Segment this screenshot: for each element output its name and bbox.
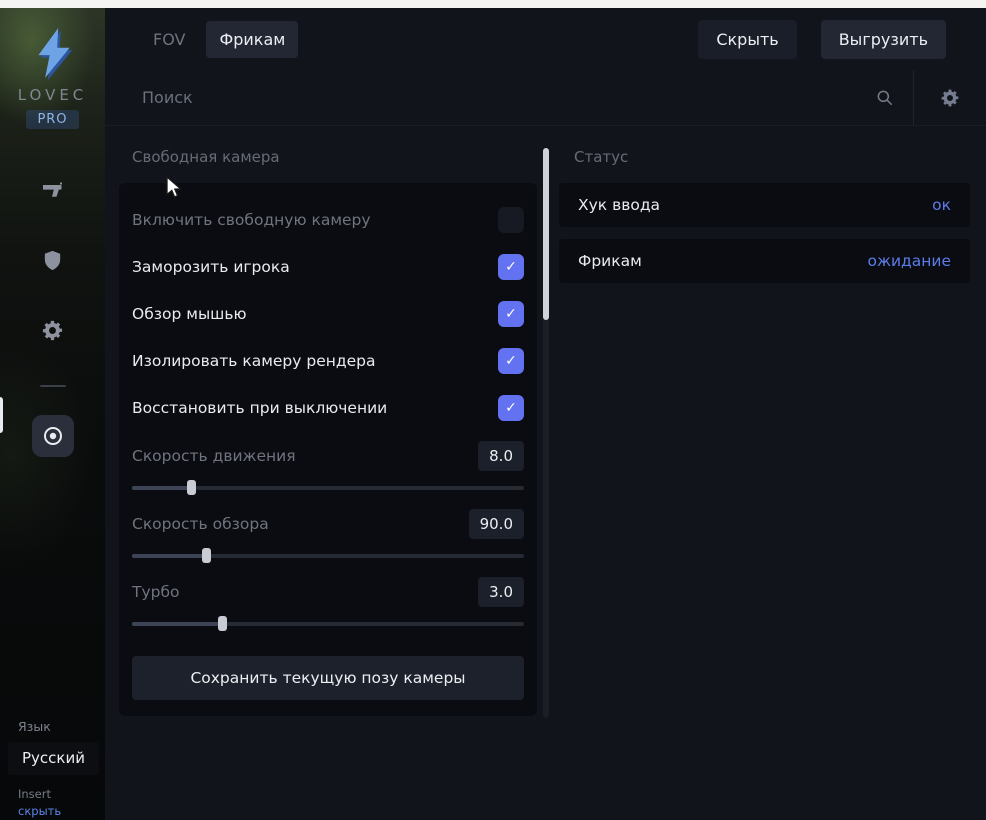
scrollbar-thumb[interactable] [543,148,549,320]
search-bar [105,70,986,126]
status-badge: ожидание [868,252,951,270]
logo-text: LOVEC [18,86,88,104]
movement-speed-slider[interactable] [132,480,524,495]
status-row-freecam: Фрикам ожидание [559,239,970,283]
lightning-logo-icon [27,26,79,80]
toggle-label: Изолировать камеру рендера [132,352,375,370]
active-item-indicator [0,397,3,433]
section-title: Статус [574,148,970,166]
sidebar-item-freecam[interactable] [32,415,74,457]
freecam-panel: Включить свободную камеру Заморозить игр… [119,183,537,716]
slider-label: Скорость обзора [132,515,269,533]
slider-value: 3.0 [478,577,524,607]
checkbox[interactable] [498,301,524,327]
look-speed-setting: Скорость обзора 90.0 [132,504,524,563]
search-input[interactable] [142,88,875,107]
checkbox[interactable] [498,348,524,374]
toggle-freeze-player[interactable]: Заморозить игрока [132,243,524,290]
toggle-enable-freecam[interactable]: Включить свободную камеру [132,196,524,243]
slider-value: 90.0 [469,509,524,539]
hide-button[interactable]: Скрыть [698,20,796,59]
save-camera-pose-button[interactable]: Сохранить текущую позу камеры [132,656,524,700]
shield-icon [41,249,64,272]
slider-value: 8.0 [478,441,524,471]
slider-handle[interactable] [218,616,227,631]
slider-label: Скорость движения [132,447,296,465]
sidebar-item-weapons[interactable] [32,169,74,211]
sidebar-item-settings[interactable] [32,309,74,351]
look-speed-slider[interactable] [132,548,524,563]
turbo-slider[interactable] [132,616,524,631]
slider-label: Турбо [132,583,180,601]
hotkey-label: Insert [18,787,105,801]
status-row-input-hook: Хук ввода ок [559,183,970,227]
section-title: Свободная камера [132,148,537,166]
toggle-mouse-look[interactable]: Обзор мышью [132,290,524,337]
topbar: FOV Фрикам Скрыть Выгрузить [105,8,986,70]
tab-freecam[interactable]: Фрикам [206,21,298,58]
checkbox[interactable] [498,254,524,280]
search-icon[interactable] [875,88,895,108]
freecam-target-icon [41,424,65,448]
gear-icon [41,319,64,342]
slider-handle[interactable] [187,480,196,495]
toggle-label: Включить свободную камеру [132,211,371,229]
language-selector[interactable]: Русский [8,742,99,775]
gun-icon [41,178,65,202]
toggle-label: Восстановить при выключении [132,399,387,417]
toggle-label: Обзор мышью [132,305,247,323]
freecam-section: Свободная камера Включить свободную каме… [119,126,537,819]
gear-icon [940,88,960,108]
movement-speed-setting: Скорость движения 8.0 [132,436,524,495]
checkbox[interactable] [498,207,524,233]
sidebar-item-protection[interactable] [32,239,74,281]
vertical-scrollbar[interactable] [543,148,549,718]
checkbox[interactable] [498,395,524,421]
sidebar: LOVEC PRO [0,8,105,820]
hide-menu-link[interactable]: скрыть [18,804,105,818]
game-top-edge [0,0,986,8]
menu-settings-button[interactable] [913,70,986,125]
toggle-isolate-render-camera[interactable]: Изолировать камеру рендера [132,337,524,384]
language-label: Язык [18,719,105,734]
unload-button[interactable]: Выгрузить [821,20,946,59]
turbo-setting: Турбо 3.0 [132,572,524,631]
status-section: Статус Хук ввода ок Фрикам ожидание [559,126,970,819]
toggle-restore-on-disable[interactable]: Восстановить при выключении [132,384,524,431]
sidebar-footer: Язык Русский Insert скрыть [0,719,105,820]
status-label: Хук ввода [578,196,660,214]
toggle-label: Заморозить игрока [132,258,290,276]
trainer-overlay: LOVEC PRO [0,0,986,820]
slider-handle[interactable] [202,548,211,563]
pro-badge: PRO [26,110,78,129]
main-panel: FOV Фрикам Скрыть Выгрузить [105,8,986,820]
status-label: Фрикам [578,252,642,270]
tab-fov[interactable]: FOV [140,21,198,58]
content: Свободная камера Включить свободную каме… [105,126,986,819]
sidebar-nav [32,169,74,485]
sidebar-divider [40,385,66,387]
status-badge: ок [932,196,951,214]
